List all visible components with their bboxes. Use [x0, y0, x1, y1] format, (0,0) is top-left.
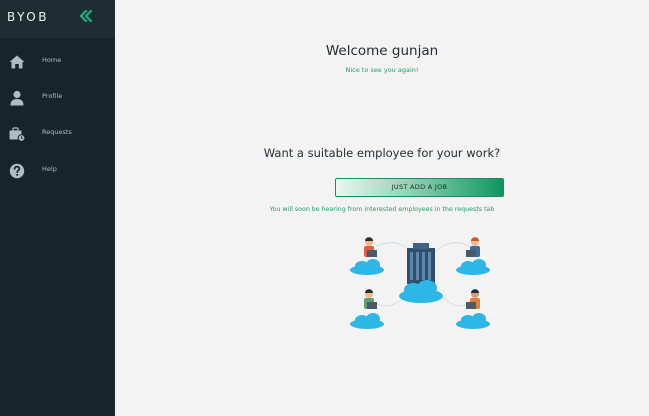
brand-logo: BYOB: [7, 10, 49, 24]
server-building-icon: [407, 243, 435, 284]
person-top-right-icon: [466, 237, 480, 257]
network-illustration: [350, 237, 490, 329]
help-icon: [9, 163, 25, 179]
welcome-subtitle: Nice to see you again!: [345, 66, 419, 74]
collapse-sidebar-icon[interactable]: [78, 8, 94, 24]
person-bottom-left-icon: [364, 289, 377, 309]
home-icon: [9, 55, 25, 69]
welcome-title: Welcome gunjan: [325, 43, 439, 59]
requests-hint: You will soon be hearing from interested…: [269, 206, 495, 213]
sidebar-item-label: Profile: [42, 92, 63, 100]
sidebar: BYOB Home Profile Requests Help: [0, 0, 115, 416]
sidebar-item-profile[interactable]: Profile: [0, 86, 115, 110]
profile-icon: [10, 90, 24, 106]
main-content: Welcome gunjan Nice to see you again! Wa…: [115, 0, 649, 416]
sidebar-item-label: Home: [42, 56, 62, 64]
sidebar-header: BYOB: [0, 0, 115, 38]
add-job-button[interactable]: JUST ADD A JOB: [335, 178, 504, 197]
person-bottom-right-icon: [466, 289, 480, 309]
sidebar-item-label: Help: [42, 165, 57, 173]
employee-question: Want a suitable employee for your work?: [263, 146, 501, 160]
sidebar-item-label: Requests: [42, 128, 72, 136]
sidebar-item-help[interactable]: Help: [0, 159, 115, 183]
person-top-left-icon: [364, 237, 377, 257]
sidebar-item-home[interactable]: Home: [0, 50, 115, 74]
sidebar-item-requests[interactable]: Requests: [0, 122, 115, 146]
requests-icon: [9, 127, 26, 142]
